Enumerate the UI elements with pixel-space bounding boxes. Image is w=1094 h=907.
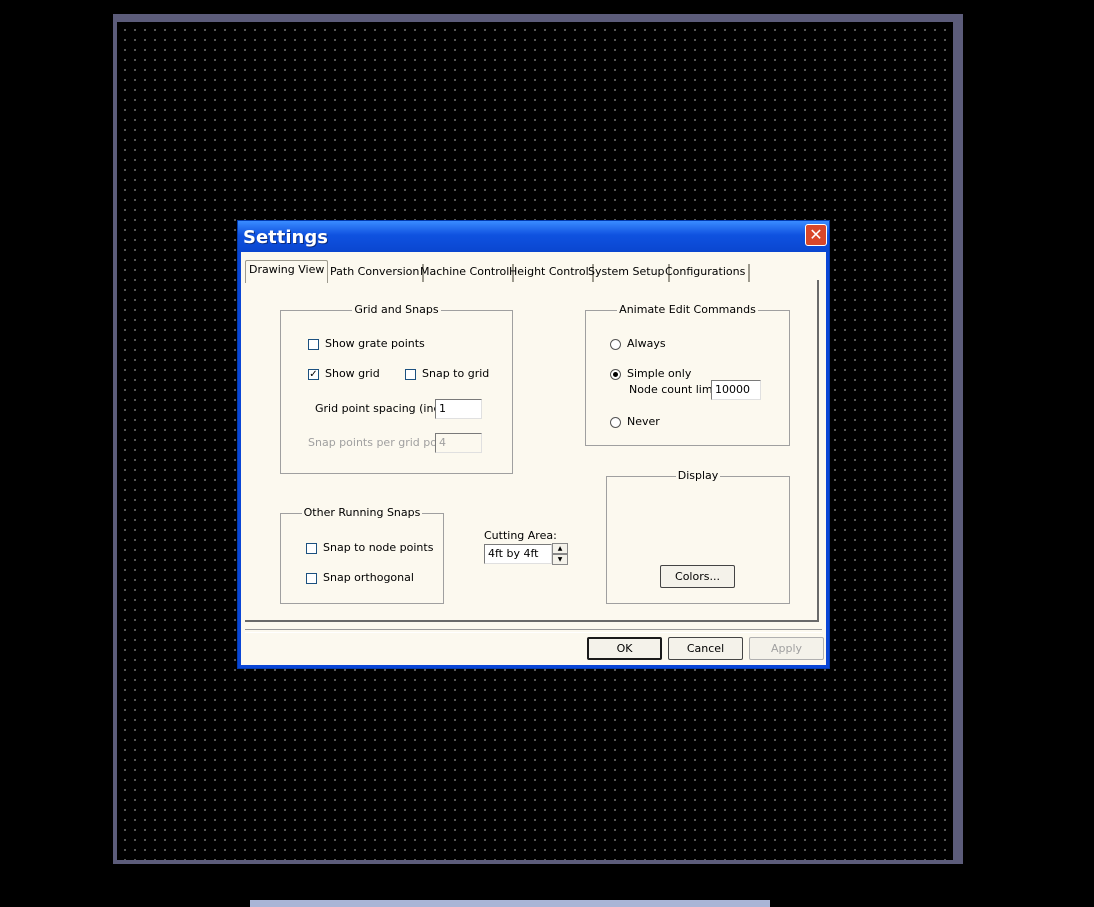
show-grid-label: Show grid <box>325 367 380 380</box>
grid-snaps-title: Grid and Snaps <box>352 303 441 316</box>
snap-points-input: 4 <box>435 433 482 453</box>
show-grid-checkbox[interactable]: ✓ Show grid <box>308 367 380 381</box>
ok-button[interactable]: OK <box>587 637 662 660</box>
animate-edit-group: Animate Edit Commands Always Simple only… <box>585 303 790 446</box>
cutting-area-spinner[interactable]: ▲ ▼ <box>552 543 568 565</box>
taskbar-edge <box>250 900 770 907</box>
snap-points-label: Snap points per grid point: <box>308 436 456 449</box>
close-icon[interactable]: ✕ <box>805 224 827 246</box>
radio-circle[interactable] <box>610 338 621 350</box>
checkbox-box[interactable] <box>306 542 317 554</box>
checkmark-icon[interactable]: ✓ <box>308 368 319 380</box>
dialog-client: Drawing View Path Conversion Machine Con… <box>241 252 826 665</box>
other-snaps-title: Other Running Snaps <box>301 506 423 519</box>
apply-button: Apply <box>749 637 824 660</box>
cutting-area-input[interactable]: 4ft by 4ft <box>484 544 552 564</box>
grid-snaps-group: Grid and Snaps Show grate points ✓ Show … <box>280 303 513 474</box>
animate-simple-only-radio[interactable]: Simple only <box>610 367 691 381</box>
always-label: Always <box>627 337 666 350</box>
radio-selected-icon[interactable] <box>610 368 621 380</box>
radio-circle[interactable] <box>610 416 621 428</box>
snap-node-points-checkbox[interactable]: Snap to node points <box>306 541 433 555</box>
grid-spacing-label: Grid point spacing (inch): <box>315 402 455 415</box>
grid-spacing-input[interactable]: 1 <box>435 399 482 419</box>
settings-dialog: Settings ✕ Drawing View Path Conversion … <box>237 220 830 669</box>
checkbox-box[interactable] <box>405 368 416 380</box>
tab-drawing-view[interactable]: Drawing View <box>245 260 329 283</box>
cutting-area-label: Cutting Area: <box>484 529 557 542</box>
checkbox-box[interactable] <box>308 338 319 350</box>
other-snaps-group: Other Running Snaps Snap to node points … <box>280 506 444 604</box>
separator <box>245 629 822 633</box>
animate-always-radio[interactable]: Always <box>610 337 666 351</box>
dialog-title: Settings <box>243 227 328 248</box>
node-count-input[interactable]: 10000 <box>711 380 761 400</box>
display-group: Display Colors... <box>606 469 790 604</box>
tab-panel-drawing-view: Grid and Snaps Show grate points ✓ Show … <box>245 280 819 622</box>
checkbox-box[interactable] <box>306 572 317 584</box>
show-grate-points-label: Show grate points <box>325 337 425 350</box>
node-count-label: Node count limit: <box>629 383 724 396</box>
snap-node-points-label: Snap to node points <box>323 541 434 554</box>
snap-to-grid-label: Snap to grid <box>422 367 490 380</box>
simple-only-label: Simple only <box>627 367 692 380</box>
dialog-titlebar[interactable]: Settings ✕ <box>238 221 829 252</box>
animate-never-radio[interactable]: Never <box>610 415 660 429</box>
display-title: Display <box>675 469 721 482</box>
animate-edit-title: Animate Edit Commands <box>617 303 758 316</box>
snap-to-grid-checkbox[interactable]: Snap to grid <box>405 367 489 381</box>
cancel-button[interactable]: Cancel <box>668 637 743 660</box>
spin-up-icon[interactable]: ▲ <box>552 543 568 554</box>
show-grate-points-checkbox[interactable]: Show grate points <box>308 337 425 351</box>
spin-down-icon[interactable]: ▼ <box>552 554 568 565</box>
snap-orthogonal-label: Snap orthogonal <box>323 571 414 584</box>
colors-button[interactable]: Colors... <box>660 565 735 588</box>
never-label: Never <box>627 415 660 428</box>
snap-orthogonal-checkbox[interactable]: Snap orthogonal <box>306 571 414 585</box>
